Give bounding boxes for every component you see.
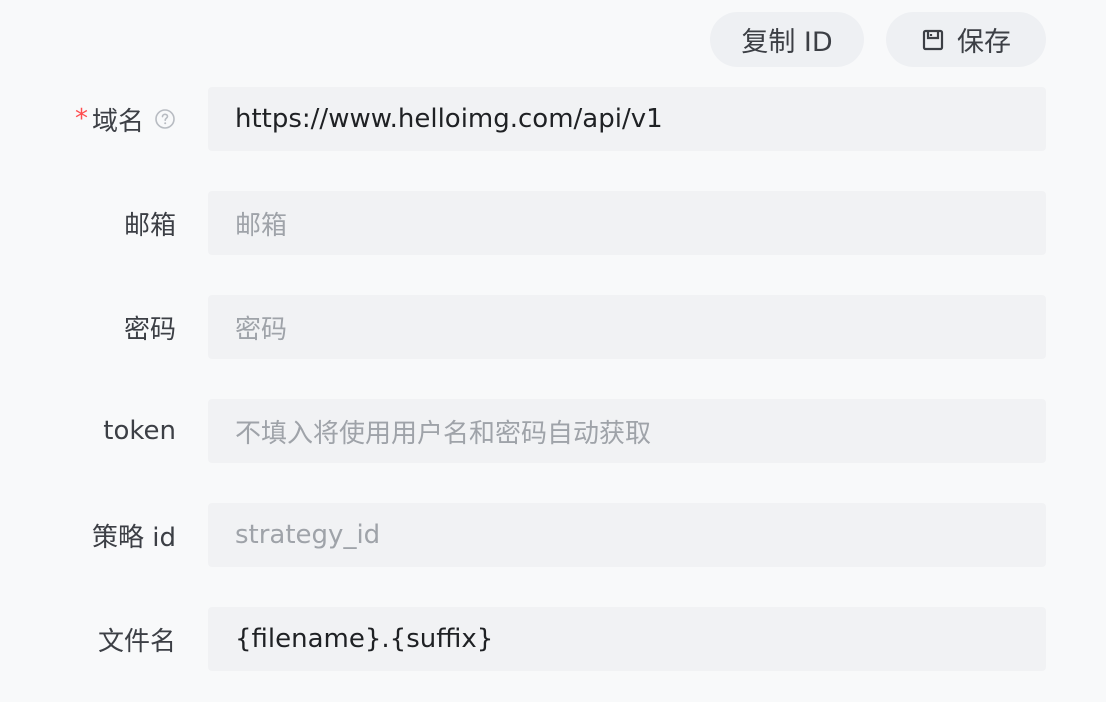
form-row-email: 邮箱 邮箱: [0, 191, 1106, 255]
field-label-email: 邮箱: [124, 191, 176, 255]
token-placeholder: 不填入将使用用户名和密码自动获取: [235, 418, 652, 449]
settings-form-page: 复制 ID 保存 * 域名 https://www.helloimg.com/a…: [0, 0, 1106, 702]
field-label-token: token: [103, 399, 176, 463]
field-label-strategy-id: 策略 id: [92, 503, 176, 567]
field-label-text: 文件名: [97, 626, 176, 657]
password-input[interactable]: 密码: [208, 295, 1046, 359]
field-label-text: 域名: [91, 106, 144, 137]
field-label-password: 密码: [124, 295, 176, 359]
toolbar: 复制 ID 保存: [710, 12, 1046, 67]
form-row-filename: 文件名 {filename}.{suffix}: [0, 607, 1106, 671]
form-row-password: 密码 密码: [0, 295, 1106, 359]
required-marker: *: [74, 104, 88, 134]
strategy-id-input[interactable]: strategy_id: [208, 503, 1046, 567]
copy-id-label: 复制 ID: [741, 27, 833, 58]
copy-id-button[interactable]: 复制 ID: [710, 12, 864, 67]
field-label-text: token: [103, 416, 176, 446]
field-label-text: 策略 id: [92, 522, 176, 553]
field-label-domain: * 域名: [75, 87, 176, 151]
filename-input[interactable]: {filename}.{suffix}: [208, 607, 1046, 671]
password-placeholder: 密码: [235, 314, 288, 345]
field-label-text: 邮箱: [123, 210, 176, 241]
save-icon: [921, 28, 945, 52]
strategy-id-placeholder: strategy_id: [235, 520, 381, 550]
email-placeholder: 邮箱: [235, 210, 288, 241]
token-input[interactable]: 不填入将使用用户名和密码自动获取: [208, 399, 1046, 463]
email-input[interactable]: 邮箱: [208, 191, 1046, 255]
question-circle-icon[interactable]: [154, 108, 176, 130]
form-row-domain: * 域名 https://www.helloimg.com/api/v1: [0, 87, 1106, 151]
field-label-text: 密码: [123, 314, 176, 345]
save-label: 保存: [957, 27, 1011, 58]
form-row-strategy-id: 策略 id strategy_id: [0, 503, 1106, 567]
domain-input[interactable]: https://www.helloimg.com/api/v1: [208, 87, 1046, 151]
filename-value: {filename}.{suffix}: [235, 624, 494, 654]
save-button[interactable]: 保存: [886, 12, 1046, 67]
domain-value: https://www.helloimg.com/api/v1: [235, 104, 663, 134]
form-row-token: token 不填入将使用用户名和密码自动获取: [0, 399, 1106, 463]
field-label-filename: 文件名: [98, 607, 176, 671]
